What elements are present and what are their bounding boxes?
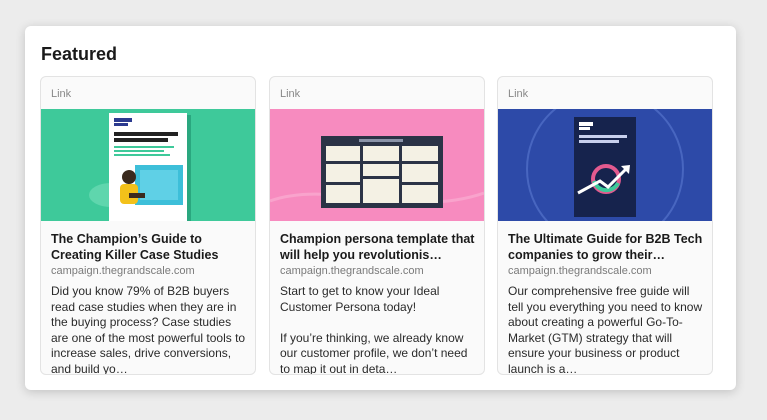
section-title: Featured <box>41 44 118 64</box>
case-study-guide-thumbnail <box>41 109 255 221</box>
card-title[interactable]: The Ultimate Guide for B2B Tech companie… <box>508 231 704 263</box>
card-type-label: Link <box>280 88 301 100</box>
featured-card-persona-template[interactable]: Link Champion persona template that will… <box>269 76 485 375</box>
card-description: Did you know 79% of B2B buyers read case… <box>51 284 246 375</box>
featured-card-gtm-guide[interactable]: Link The Ultimate Guide for B2B Tech com… <box>497 76 713 375</box>
card-domain: campaign.thegrandscale.com <box>280 265 424 277</box>
featured-panel: Featured Link The Champion’s Guide to Cr… <box>25 26 736 390</box>
card-title[interactable]: Champion persona template that will help… <box>280 231 476 263</box>
gtm-guide-thumbnail <box>498 109 712 221</box>
card-description: Our comprehensive free guide will tell y… <box>508 284 703 375</box>
card-domain: campaign.thegrandscale.com <box>508 265 652 277</box>
featured-card-case-studies[interactable]: Link The Champion’s Guide to Creating Ki… <box>40 76 256 375</box>
card-type-label: Link <box>51 88 72 100</box>
card-title[interactable]: The Champion’s Guide to Creating Killer … <box>51 231 247 263</box>
card-domain: campaign.thegrandscale.com <box>51 265 195 277</box>
card-type-label: Link <box>508 88 529 100</box>
card-description: Start to get to know your Ideal Customer… <box>280 284 468 375</box>
persona-template-thumbnail <box>270 109 484 221</box>
